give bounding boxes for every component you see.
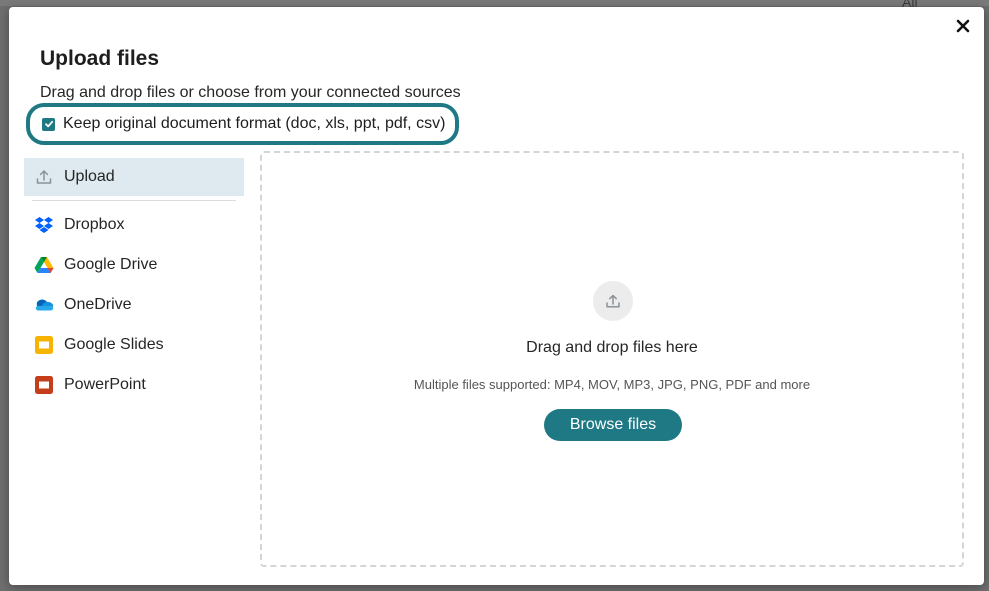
drop-zone-title: Drag and drop files here	[526, 339, 698, 356]
sidebar-item-google-slides[interactable]: Google Slides	[24, 325, 244, 365]
modal-title: Upload files	[40, 47, 160, 70]
keep-format-option[interactable]: Keep original document format (doc, xls,…	[26, 103, 460, 145]
drop-zone[interactable]: Drag and drop files here Multiple files …	[260, 151, 964, 567]
keep-format-checkbox[interactable]	[42, 117, 55, 131]
sidebar-item-label: Google Slides	[64, 336, 164, 353]
sidebar-item-powerpoint[interactable]: PowerPoint	[24, 365, 244, 405]
source-sidebar: Upload Dropbox Google Drive OneDrive Goo…	[24, 158, 244, 405]
dropbox-icon	[34, 215, 54, 235]
sidebar-item-google-drive[interactable]: Google Drive	[24, 245, 244, 285]
keep-format-label: Keep original document format (doc, xls,…	[63, 115, 446, 132]
upload-modal: Upload files Drag and drop files or choo…	[9, 7, 984, 585]
sidebar-item-label: Upload	[64, 168, 115, 185]
upload-circle-icon	[593, 281, 633, 321]
sidebar-item-label: Google Drive	[64, 256, 158, 273]
powerpoint-icon	[34, 375, 54, 395]
backdrop	[0, 0, 989, 6]
sidebar-item-label: PowerPoint	[64, 376, 146, 393]
onedrive-icon	[34, 295, 54, 315]
sidebar-divider	[32, 200, 236, 201]
close-button[interactable]	[952, 15, 974, 37]
google-drive-icon	[34, 255, 54, 275]
google-slides-icon	[34, 335, 54, 355]
close-icon	[956, 19, 970, 33]
drop-zone-hint: Multiple files supported: MP4, MOV, MP3,…	[413, 377, 811, 392]
sidebar-item-label: Dropbox	[64, 216, 125, 233]
modal-subtitle: Drag and drop files or choose from your …	[40, 84, 461, 101]
sidebar-item-onedrive[interactable]: OneDrive	[24, 285, 244, 325]
checkmark-icon	[44, 120, 53, 128]
upload-icon	[34, 167, 54, 187]
sidebar-item-dropbox[interactable]: Dropbox	[24, 205, 244, 245]
sidebar-item-upload[interactable]: Upload	[24, 158, 244, 196]
sidebar-item-label: OneDrive	[64, 296, 132, 313]
browse-files-button[interactable]: Browse files	[544, 409, 682, 441]
